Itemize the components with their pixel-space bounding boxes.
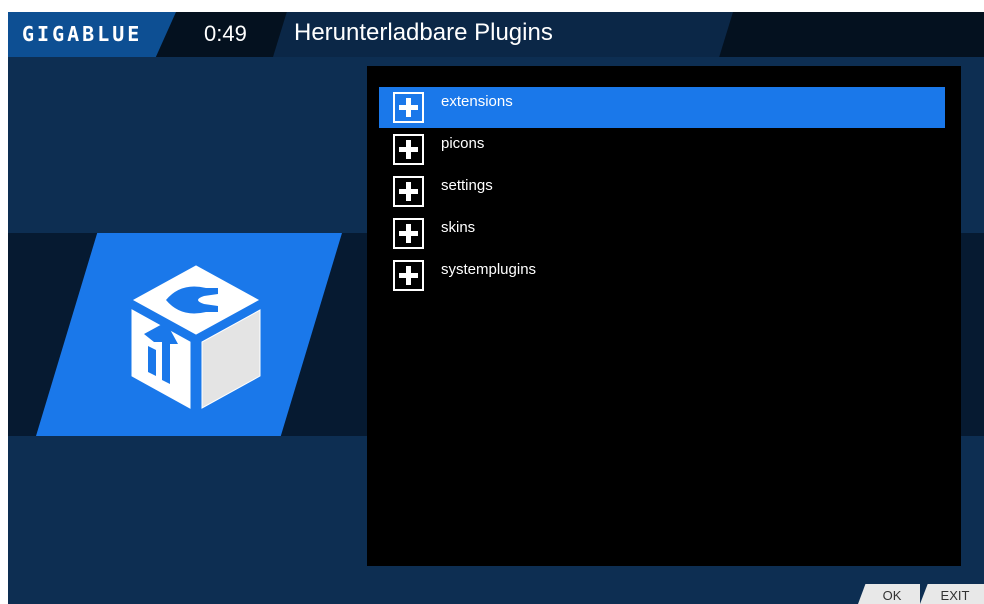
clock: 0:49 (204, 21, 247, 46)
exit-button-label: EXIT (940, 588, 970, 603)
list-item-skins[interactable]: skins (379, 213, 945, 254)
plus-icon (393, 218, 424, 249)
list-item-label: skins (441, 219, 476, 236)
plus-icon (393, 92, 424, 123)
list-item-label: settings (441, 177, 493, 194)
exit-button[interactable]: EXIT (920, 584, 984, 604)
plugin-list-panel: extensions picons settings skins systemp… (367, 66, 961, 566)
header-bar: GIGABLUE 0:49 Herunterladbare Plugins (8, 12, 984, 57)
list-item-label: systemplugins (441, 261, 537, 278)
plus-icon (393, 134, 424, 165)
list-item-extensions[interactable]: extensions (379, 87, 945, 128)
list-item-label: extensions (441, 93, 513, 110)
page-title: Herunterladbare Plugins (294, 19, 553, 46)
list-item-settings[interactable]: settings (379, 171, 945, 212)
list-item-systemplugins[interactable]: systemplugins (379, 255, 945, 296)
plus-icon (393, 260, 424, 291)
ok-button-label: OK (882, 588, 902, 603)
plugin-cube-icon (131, 265, 261, 409)
screen: GIGABLUE 0:49 Herunterladbare Plugins ex… (8, 12, 984, 604)
brand-logo: GIGABLUE (22, 22, 143, 46)
footer-buttons: OK EXIT (858, 584, 984, 604)
list-item-picons[interactable]: picons (379, 129, 945, 170)
ok-button[interactable]: OK (858, 584, 920, 604)
plus-icon (393, 176, 424, 207)
list-item-label: picons (441, 135, 485, 152)
